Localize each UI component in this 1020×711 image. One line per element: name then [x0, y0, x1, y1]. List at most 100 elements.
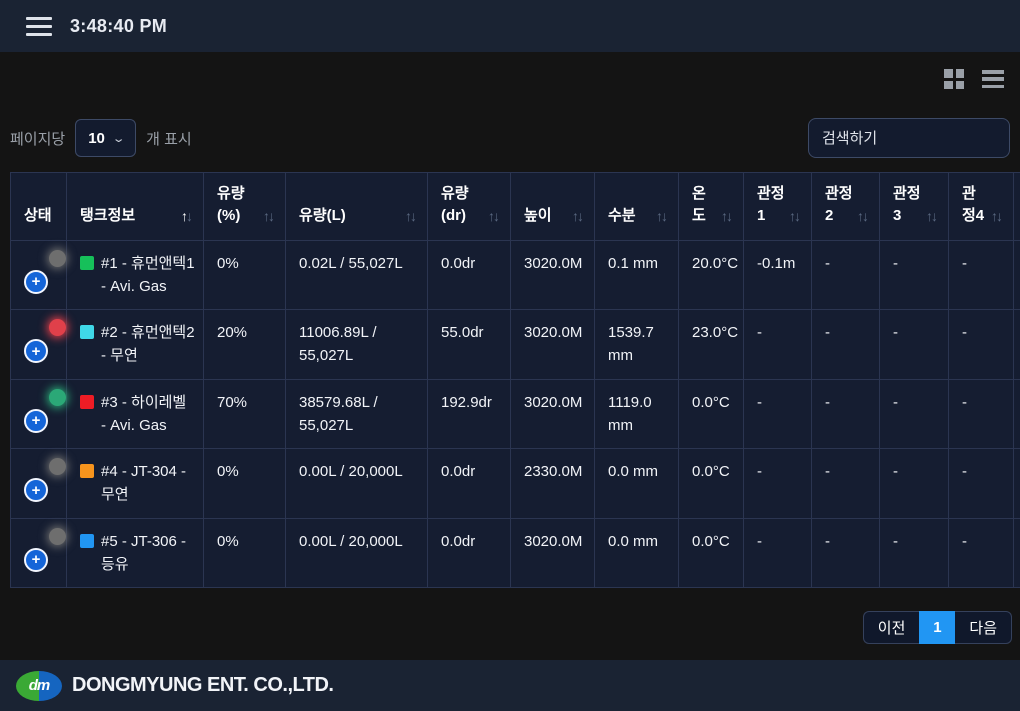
- well3-cell: -: [880, 240, 949, 310]
- col-header-well1[interactable]: 관정1↑↓: [744, 173, 812, 241]
- sort-arrows-icon[interactable]: ↑↓: [789, 206, 803, 226]
- per-page-value: 10: [88, 130, 105, 147]
- expand-row-button[interactable]: +: [24, 339, 48, 363]
- flow-pct-cell: 0%: [204, 449, 286, 519]
- status-indicator: [49, 389, 66, 406]
- per-page-prefix-label: 페이지당: [10, 128, 65, 149]
- temp-cell: 23.0°C: [679, 310, 744, 380]
- tank-info-cell: #3 - 하이레벨 - Avi. Gas: [67, 379, 204, 449]
- col-header-status: 상태: [11, 173, 67, 241]
- well4-cell: -: [949, 379, 1014, 449]
- status-indicator: [49, 458, 66, 475]
- sort-arrows-icon[interactable]: ↑↓: [488, 206, 502, 226]
- col-header-flow-l[interactable]: 유량(L)↑↓: [286, 173, 428, 241]
- well2-cell: -: [812, 310, 880, 380]
- menu-icon[interactable]: [26, 17, 52, 36]
- per-page-control: 페이지당 10 ⌄ 개 표시: [10, 119, 192, 157]
- tank-info-cell: #5 - JT-306 - 등유: [67, 518, 204, 588]
- sort-arrows-icon[interactable]: ↑↓: [263, 206, 277, 226]
- tank-name: #5 - JT-306 - 등유: [101, 530, 195, 577]
- height-cell: 3020.0M: [511, 518, 595, 588]
- well4-cell: -: [949, 310, 1014, 380]
- col-header-overflow-sliver: [1014, 173, 1020, 241]
- well1-cell: -0.1m: [744, 240, 812, 310]
- expand-row-button[interactable]: +: [24, 548, 48, 572]
- col-header-well2[interactable]: 관정2↑↓: [812, 173, 880, 241]
- well2-cell: -: [812, 379, 880, 449]
- tank-info-cell: #2 - 휴먼앤텍2 - 무연: [67, 310, 204, 380]
- col-header-temp[interactable]: 온도↑↓: [679, 173, 744, 241]
- sort-arrows-icon[interactable]: ↑↓: [181, 206, 195, 226]
- page-1-button[interactable]: 1: [919, 611, 955, 644]
- expand-row-button[interactable]: +: [24, 478, 48, 502]
- expand-row-button[interactable]: +: [24, 270, 48, 294]
- status-cell: +: [11, 240, 67, 310]
- col-header-height[interactable]: 높이↑↓: [511, 173, 595, 241]
- temp-cell: 20.0°C: [679, 240, 744, 310]
- col-header-well4[interactable]: 관정4↑↓: [949, 173, 1014, 241]
- col-header-flow-dr[interactable]: 유량 (dr)↑↓: [428, 173, 511, 241]
- col-header-flow-pct[interactable]: 유량 (%)↑↓: [204, 173, 286, 241]
- flow-l-cell: 11006.89L / 55,027L: [286, 310, 428, 380]
- well2-cell: -: [812, 240, 880, 310]
- tank-info-cell: #1 - 휴먼앤텍1 - Avi. Gas: [67, 240, 204, 310]
- tank-name: #4 - JT-304 - 무연: [101, 460, 195, 507]
- flow-dr-cell: 0.0dr: [428, 240, 511, 310]
- temp-cell: 0.0°C: [679, 449, 744, 519]
- flow-l-cell: 0.02L / 55,027L: [286, 240, 428, 310]
- moisture-cell: 1119.0 mm: [595, 379, 679, 449]
- well4-cell: -: [949, 518, 1014, 588]
- sort-arrows-icon[interactable]: ↑↓: [572, 206, 586, 226]
- moisture-cell: 0.0 mm: [595, 518, 679, 588]
- table-row: + #3 - 하이레벨 - Avi. Gas 70% 38579.68L / 5…: [11, 379, 1020, 449]
- col-header-tankinfo[interactable]: 탱크정보↑↓: [67, 173, 204, 241]
- sort-arrows-icon[interactable]: ↑↓: [405, 206, 419, 226]
- col-header-well3[interactable]: 관정3↑↓: [880, 173, 949, 241]
- well1-cell: -: [744, 449, 812, 519]
- next-page-button[interactable]: 다음: [955, 611, 1012, 644]
- well2-cell: -: [812, 449, 880, 519]
- topbar: 3:48:40 PM: [0, 0, 1020, 52]
- well1-cell: -: [744, 310, 812, 380]
- prev-page-button[interactable]: 이전: [863, 611, 920, 644]
- sort-arrows-icon[interactable]: ↑↓: [991, 206, 1005, 226]
- status-cell: +: [11, 518, 67, 588]
- flow-dr-cell: 0.0dr: [428, 518, 511, 588]
- view-toggle: [0, 52, 1020, 92]
- tank-color-icon: [80, 325, 94, 339]
- status-cell: +: [11, 449, 67, 519]
- per-page-select[interactable]: 10 ⌄: [75, 119, 136, 157]
- flow-pct-cell: 70%: [204, 379, 286, 449]
- flow-dr-cell: 0.0dr: [428, 449, 511, 519]
- well3-cell: -: [880, 310, 949, 380]
- sort-arrows-icon[interactable]: ↑↓: [857, 206, 871, 226]
- list-view-icon[interactable]: [982, 70, 1004, 88]
- flow-dr-cell: 192.9dr: [428, 379, 511, 449]
- sort-arrows-icon[interactable]: ↑↓: [721, 206, 735, 226]
- well3-cell: -: [880, 518, 949, 588]
- sort-arrows-icon[interactable]: ↑↓: [926, 206, 940, 226]
- pagination: 이전 1 다음: [0, 588, 1020, 644]
- temp-cell: 0.0°C: [679, 518, 744, 588]
- tank-color-icon: [80, 464, 94, 478]
- tank-name: #1 - 휴먼앤텍1 - Avi. Gas: [101, 252, 195, 299]
- flow-l-cell: 38579.68L / 55,027L: [286, 379, 428, 449]
- footer: dm DONGMYUNG ENT. CO.,LTD.: [0, 660, 1020, 711]
- grid-view-icon[interactable]: [944, 69, 964, 89]
- height-cell: 3020.0M: [511, 379, 595, 449]
- company-name: DONGMYUNG ENT. CO.,LTD.: [72, 674, 333, 697]
- flow-l-cell: 0.00L / 20,000L: [286, 518, 428, 588]
- flow-dr-cell: 55.0dr: [428, 310, 511, 380]
- moisture-cell: 0.0 mm: [595, 449, 679, 519]
- sort-arrows-icon[interactable]: ↑↓: [656, 206, 670, 226]
- per-page-suffix-label: 개 표시: [146, 128, 192, 149]
- tank-info-cell: #4 - JT-304 - 무연: [67, 449, 204, 519]
- status-cell: +: [11, 310, 67, 380]
- flow-pct-cell: 0%: [204, 240, 286, 310]
- expand-row-button[interactable]: +: [24, 409, 48, 433]
- tank-name: #3 - 하이레벨 - Avi. Gas: [101, 391, 195, 438]
- search-input[interactable]: [808, 118, 1010, 158]
- col-header-moisture[interactable]: 수분↑↓: [595, 173, 679, 241]
- height-cell: 3020.0M: [511, 310, 595, 380]
- clock-time: 3:48:40 PM: [70, 16, 167, 37]
